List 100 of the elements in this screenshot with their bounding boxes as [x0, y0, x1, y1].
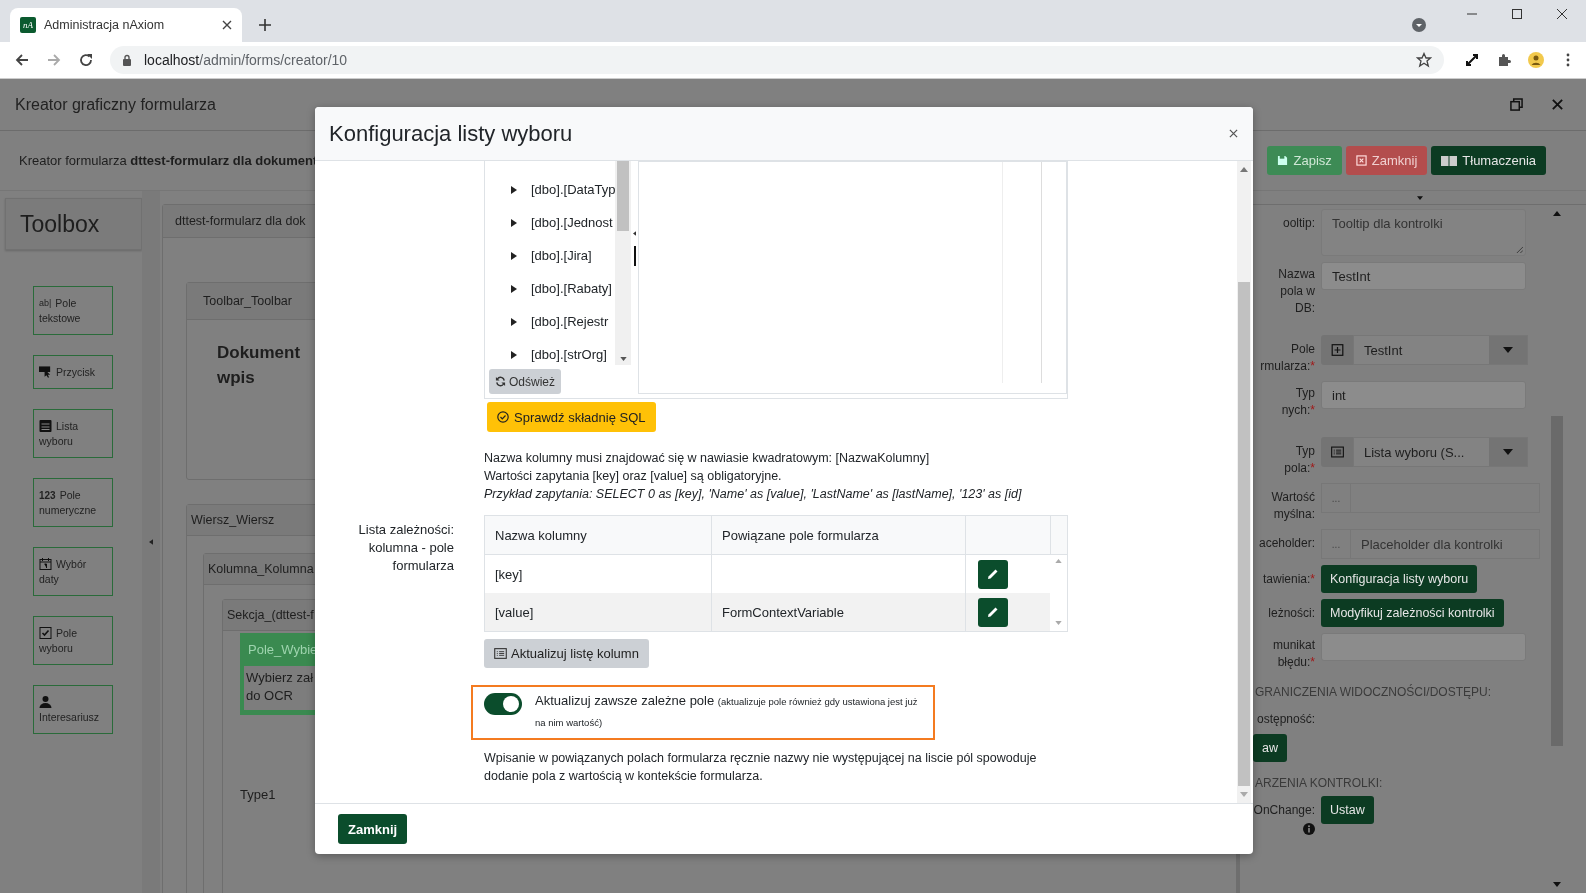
- field-title: Pole_Wybie: [247, 641, 319, 659]
- add-button[interactable]: [1321, 335, 1353, 365]
- caret-icon: [1489, 438, 1527, 466]
- edit-button[interactable]: [978, 559, 1008, 589]
- table-cell: FormContextVariable: [722, 604, 844, 620]
- new-tab-icon[interactable]: [258, 18, 272, 32]
- field-label: Typ pola:*: [1284, 443, 1315, 477]
- restore-icon[interactable]: [1510, 98, 1523, 111]
- close-button[interactable]: Zamknij: [338, 814, 408, 844]
- scroll-down-icon[interactable]: [1553, 882, 1561, 887]
- toolbox-item[interactable]: Lista wyboru: [33, 409, 113, 458]
- info-text: Nazwa kolumny musi znajdować się w nawiasie kwadratowym: [NazwaKolumny]: [484, 450, 930, 467]
- tree-item[interactable]: [dbo].[Rabaty]: [531, 281, 612, 296]
- expand-triangle-icon[interactable]: [511, 185, 517, 194]
- reload-icon[interactable]: [78, 52, 94, 68]
- toggle-switch[interactable]: [484, 693, 522, 715]
- field-label: leżności:: [1268, 605, 1315, 622]
- expand-triangle-icon[interactable]: [511, 284, 517, 293]
- field-label: Type1: [240, 787, 276, 802]
- close-button[interactable]: Zamknij: [1345, 146, 1428, 175]
- info-icon[interactable]: [1303, 823, 1315, 835]
- close-icon[interactable]: [1229, 129, 1238, 138]
- scrollbar-thumb[interactable]: [617, 161, 629, 231]
- resize-grip-icon[interactable]: [1516, 246, 1523, 253]
- list-icon: [39, 420, 52, 432]
- address-bar[interactable]: localhost/admin/forms/creator/10: [110, 46, 1444, 74]
- expand-arrows-icon[interactable]: [1464, 52, 1480, 68]
- translate-icon: [1441, 155, 1458, 166]
- splitter-caret-icon[interactable]: [633, 231, 636, 236]
- expand-triangle-icon[interactable]: [511, 317, 517, 326]
- lock-icon: [122, 54, 132, 66]
- toolbox-item[interactable]: ab| Pole tekstowe: [33, 286, 113, 335]
- toolbox-icon: 123: [39, 489, 56, 501]
- collapse-caret-icon[interactable]: [149, 539, 153, 545]
- scroll-up-icon[interactable]: [1240, 167, 1248, 172]
- scroll-down-icon[interactable]: [619, 357, 627, 361]
- tree-item[interactable]: [dbo].[strOrg]: [531, 347, 607, 362]
- tree-item[interactable]: [dbo].[DataTyp: [531, 182, 615, 197]
- avatar-icon[interactable]: [1528, 52, 1544, 68]
- document-heading: Dokument wpis: [217, 342, 301, 389]
- section-heading: GRANICZENIA WIDOCZNOŚCI/DOSTĘPU:: [1254, 683, 1492, 699]
- expand-triangle-icon[interactable]: [511, 218, 517, 227]
- toolbox-item[interactable]: Interesariusz: [33, 685, 113, 734]
- field-label: ooltip:: [1282, 215, 1315, 232]
- toolbox-item[interactable]: 123 Pole numeryczne: [33, 478, 113, 527]
- form-subtitle: Kreator formularza dttest-formularz dla dokument: [19, 153, 318, 168]
- caret-icon: [1489, 336, 1527, 364]
- cursor-icon: [39, 366, 52, 378]
- caret-icon[interactable]: [1416, 195, 1423, 200]
- check-sql-button[interactable]: Sprawdź składnię SQL: [487, 402, 656, 432]
- translations-button[interactable]: Tłumaczenia: [1431, 146, 1546, 175]
- puzzle-icon[interactable]: [1496, 52, 1512, 68]
- maximize-icon[interactable]: [1511, 8, 1523, 20]
- info-text: Wartości zapytania [key] oraz [value] są obligatoryjne.: [484, 468, 782, 485]
- tab-search-icon[interactable]: [1411, 17, 1427, 33]
- scrollbar-thumb[interactable]: [1238, 282, 1250, 786]
- table-cell: [value]: [485, 593, 712, 631]
- refresh-button[interactable]: Odśwież: [489, 369, 561, 394]
- select-field[interactable]: TestInt: [1353, 335, 1528, 365]
- action-button[interactable]: Konfiguracja listy wyboru: [1321, 565, 1478, 593]
- set-button[interactable]: Ustaw: [1321, 796, 1374, 824]
- toolbox-icon: ab|: [39, 298, 52, 308]
- list-button[interactable]: [1321, 437, 1353, 467]
- toolbox-item[interactable]: Wybór daty: [33, 547, 113, 596]
- example-text: Przykład zapytania: SELECT 0 as [key], 'Name' as [value], 'LastName' as [lastName], '123' as [id]: [484, 486, 1022, 503]
- field-label: aceholder:: [1258, 535, 1315, 552]
- select-field[interactable]: Lista wyboru (S...: [1353, 437, 1528, 467]
- edit-button[interactable]: [978, 597, 1008, 627]
- expand-triangle-icon[interactable]: [511, 350, 517, 359]
- star-icon[interactable]: [1416, 52, 1432, 68]
- tree-item[interactable]: [dbo].[Jednost: [531, 215, 613, 230]
- favicon: nA: [20, 17, 36, 33]
- column-header: Powiązane pole formularza: [712, 516, 966, 554]
- column-header: Nazwa kolumny: [485, 516, 712, 554]
- toolbox-header: Toolbox: [5, 198, 142, 250]
- input-field[interactable]: int: [1321, 381, 1526, 409]
- close-icon[interactable]: [1556, 8, 1568, 20]
- toolbox-item[interactable]: Pole wyboru: [33, 616, 113, 665]
- expand-triangle-icon[interactable]: [511, 251, 517, 260]
- field-label: Nazwa pola w DB:: [1278, 266, 1315, 317]
- close-icon[interactable]: [222, 20, 232, 30]
- close-icon: [1355, 155, 1367, 166]
- text-cursor: [634, 246, 636, 266]
- browser-tab[interactable]: nA Administracja nAxiom: [10, 8, 242, 42]
- toggle-label: Aktualizuj zawsze zależne pole (aktualizuje pole również gdy ustawiona jest już na nim wartość): [535, 692, 919, 730]
- action-button[interactable]: Modyfikuj zależności kontrolki: [1321, 599, 1504, 627]
- input-field[interactable]: TestInt: [1321, 262, 1526, 290]
- tree-item[interactable]: [dbo].[Jira]: [531, 248, 592, 263]
- update-columns-button[interactable]: Aktualizuj listę kolumn: [484, 639, 649, 668]
- tab-title: Administracja nAxiom: [44, 18, 166, 32]
- list-icon: [494, 648, 507, 659]
- pencil-icon: [987, 568, 999, 580]
- close-icon[interactable]: [1551, 98, 1564, 111]
- section-heading: ARZENIA KONTROLKI:: [1254, 775, 1384, 790]
- toolbox-item[interactable]: Przycisk: [33, 355, 113, 389]
- pencil-icon: [987, 606, 999, 618]
- scroll-up-icon[interactable]: [1553, 211, 1561, 216]
- back-icon[interactable]: [14, 52, 30, 68]
- checkbox-icon: [39, 627, 52, 639]
- set-button[interactable]: aw: [1253, 734, 1287, 762]
